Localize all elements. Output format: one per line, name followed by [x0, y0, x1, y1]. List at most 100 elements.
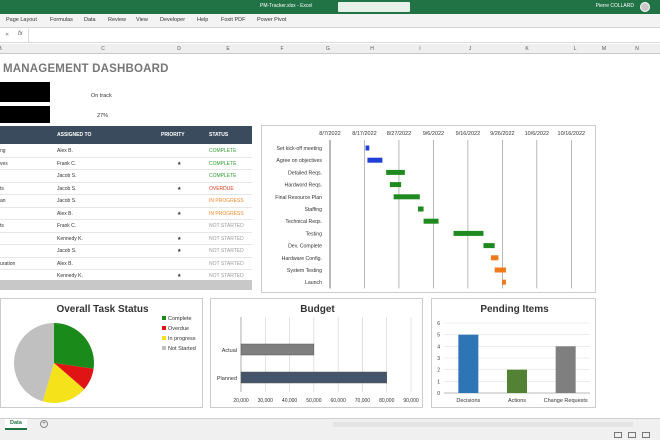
- formula-input[interactable]: [28, 29, 660, 42]
- priority-star[interactable]: ★: [177, 248, 181, 254]
- assigned-cell[interactable]: Kennedy K.: [57, 273, 83, 279]
- table-row[interactable]: Kennedy K. ★ NOT STARTED: [0, 233, 252, 245]
- gantt-task-label: Dev. Complete: [288, 244, 322, 250]
- gantt-task-label: Technical Reqs.: [285, 219, 322, 225]
- status-cell[interactable]: NOT STARTED: [209, 248, 244, 254]
- cancel-icon[interactable]: ✕: [5, 32, 9, 38]
- task-cell[interactable]: ts: [0, 186, 4, 192]
- task-cell[interactable]: uration: [0, 261, 15, 267]
- assigned-cell[interactable]: Jacob S.: [57, 186, 76, 192]
- column-header[interactable]: J: [469, 46, 472, 52]
- tab-review[interactable]: Review: [108, 17, 126, 23]
- table-row[interactable]: uration Alex B. NOT STARTED: [0, 258, 252, 270]
- legend-swatch: [162, 316, 166, 320]
- status-cell[interactable]: COMPLETE: [209, 161, 237, 167]
- column-header[interactable]: I: [419, 46, 420, 52]
- assigned-cell[interactable]: Jacob S.: [57, 173, 76, 179]
- column-header[interactable]: K: [525, 46, 528, 52]
- task-status-panel[interactable]: Overall Task Status Complete Overdue In pr…: [0, 298, 203, 408]
- assigned-cell[interactable]: Alex B.: [57, 261, 73, 267]
- priority-star[interactable]: ★: [177, 211, 181, 217]
- gantt-bar: [367, 157, 383, 163]
- column-header[interactable]: E: [226, 46, 229, 52]
- add-sheet-button[interactable]: +: [40, 420, 48, 428]
- priority-star[interactable]: ★: [177, 273, 181, 279]
- status-cell[interactable]: NOT STARTED: [209, 223, 244, 229]
- column-header[interactable]: G: [326, 46, 330, 52]
- status-cell[interactable]: OVERDUE: [209, 186, 234, 192]
- table-row[interactable]: an Jacob S. IN PROGRESS: [0, 195, 252, 208]
- avatar[interactable]: [640, 2, 650, 12]
- status-cell[interactable]: COMPLETE: [209, 173, 237, 179]
- table-row[interactable]: Alex B. ★ IN PROGRESS: [0, 208, 252, 220]
- tab-page-layout[interactable]: Page Layout: [6, 17, 37, 23]
- normal-view-icon[interactable]: [614, 432, 622, 438]
- gantt-task-label: Final Resource Plan: [275, 195, 322, 201]
- status-cell[interactable]: IN PROGRESS: [209, 198, 244, 204]
- tab-developer[interactable]: Developer: [160, 17, 185, 23]
- table-footer: [0, 280, 252, 290]
- assigned-cell[interactable]: Frank C.: [57, 161, 76, 167]
- tab-help[interactable]: Help: [197, 17, 208, 23]
- table-row[interactable]: Jacob S. ★ NOT STARTED: [0, 245, 252, 258]
- page-break-icon[interactable]: [642, 432, 650, 438]
- budget-panel[interactable]: Budget 20,000 30,000 40,000 50,000 60,000 70,…: [210, 298, 423, 408]
- gantt-date-label: 9/16/2022: [456, 131, 480, 137]
- task-cell[interactable]: ng: [0, 148, 6, 154]
- gantt-task-label: Detailed Reqs.: [288, 170, 322, 176]
- legend-swatch: [162, 346, 166, 350]
- tab-data[interactable]: Data: [84, 17, 96, 23]
- status-cell[interactable]: IN PROGRESS: [209, 211, 244, 217]
- function-icon[interactable]: fx: [18, 31, 23, 37]
- gantt-task-label: Launch: [305, 280, 322, 286]
- column-header[interactable]: M: [602, 46, 606, 52]
- table-row[interactable]: ts Jacob S. ★ OVERDUE: [0, 183, 252, 195]
- priority-star[interactable]: ★: [177, 161, 181, 167]
- pending-tick-label: 4: [437, 344, 440, 350]
- task-cell[interactable]: ves: [0, 161, 8, 167]
- assigned-cell[interactable]: Jacob S.: [57, 248, 76, 254]
- assigned-cell[interactable]: Kennedy K.: [57, 236, 83, 242]
- tab-formulas[interactable]: Formulas: [50, 17, 73, 23]
- tab-foxit-pdf[interactable]: Foxit PDF: [221, 17, 245, 23]
- gantt-bar: [417, 206, 424, 212]
- assigned-cell[interactable]: Alex B.: [57, 211, 73, 217]
- page-layout-icon[interactable]: [628, 432, 636, 438]
- priority-star[interactable]: ★: [177, 236, 181, 242]
- column-header[interactable]: H: [370, 46, 374, 52]
- column-header[interactable]: L: [574, 46, 577, 52]
- header-priority: PRIORITY: [161, 132, 185, 138]
- status-cell[interactable]: NOT STARTED: [209, 261, 244, 267]
- user-name[interactable]: Pierre COLLARD: [596, 3, 634, 9]
- table-row[interactable]: ng Alex B. COMPLETE: [0, 145, 252, 158]
- assigned-cell[interactable]: Frank C.: [57, 223, 76, 229]
- status-cell[interactable]: NOT STARTED: [209, 236, 244, 242]
- table-row[interactable]: Jacob S. COMPLETE: [0, 170, 252, 183]
- column-header[interactable]: N: [635, 46, 639, 52]
- search-box[interactable]: [338, 2, 410, 12]
- pending-category-label: Actions: [508, 398, 526, 404]
- gantt-panel[interactable]: 8/7/2022 8/17/2022 8/27/2022 9/6/2022 9/16/2…: [261, 125, 596, 293]
- status-cell[interactable]: COMPLETE: [209, 148, 237, 154]
- column-header[interactable]: B: [0, 46, 2, 52]
- status-cell[interactable]: NOT STARTED: [209, 273, 244, 279]
- tab-power-pivot[interactable]: Power Pivot: [257, 17, 286, 23]
- sheet-tab-data[interactable]: Data: [5, 419, 27, 430]
- table-row[interactable]: ves Frank C. ★ COMPLETE: [0, 158, 252, 170]
- column-header[interactable]: C: [101, 46, 105, 52]
- task-cell[interactable]: ts: [0, 223, 4, 229]
- column-header[interactable]: F: [280, 46, 283, 52]
- status-text: On track: [91, 93, 112, 99]
- pending-tick-label: 3: [437, 356, 440, 362]
- horizontal-scrollbar[interactable]: [333, 422, 633, 427]
- priority-star[interactable]: ★: [177, 186, 181, 192]
- task-cell[interactable]: an: [0, 198, 6, 204]
- assigned-cell[interactable]: Alex B.: [57, 148, 73, 154]
- table-row[interactable]: ts Frank C. NOT STARTED: [0, 220, 252, 233]
- gantt-task-label: Staffing: [305, 207, 323, 213]
- header-status: STATUS: [209, 132, 229, 138]
- column-header[interactable]: D: [177, 46, 181, 52]
- assigned-cell[interactable]: Jacob S.: [57, 198, 76, 204]
- pending-panel[interactable]: Pending Items 0 1 2 3 4 5 6 Decisions Actions Cha…: [431, 298, 596, 408]
- tab-view[interactable]: View: [136, 17, 148, 23]
